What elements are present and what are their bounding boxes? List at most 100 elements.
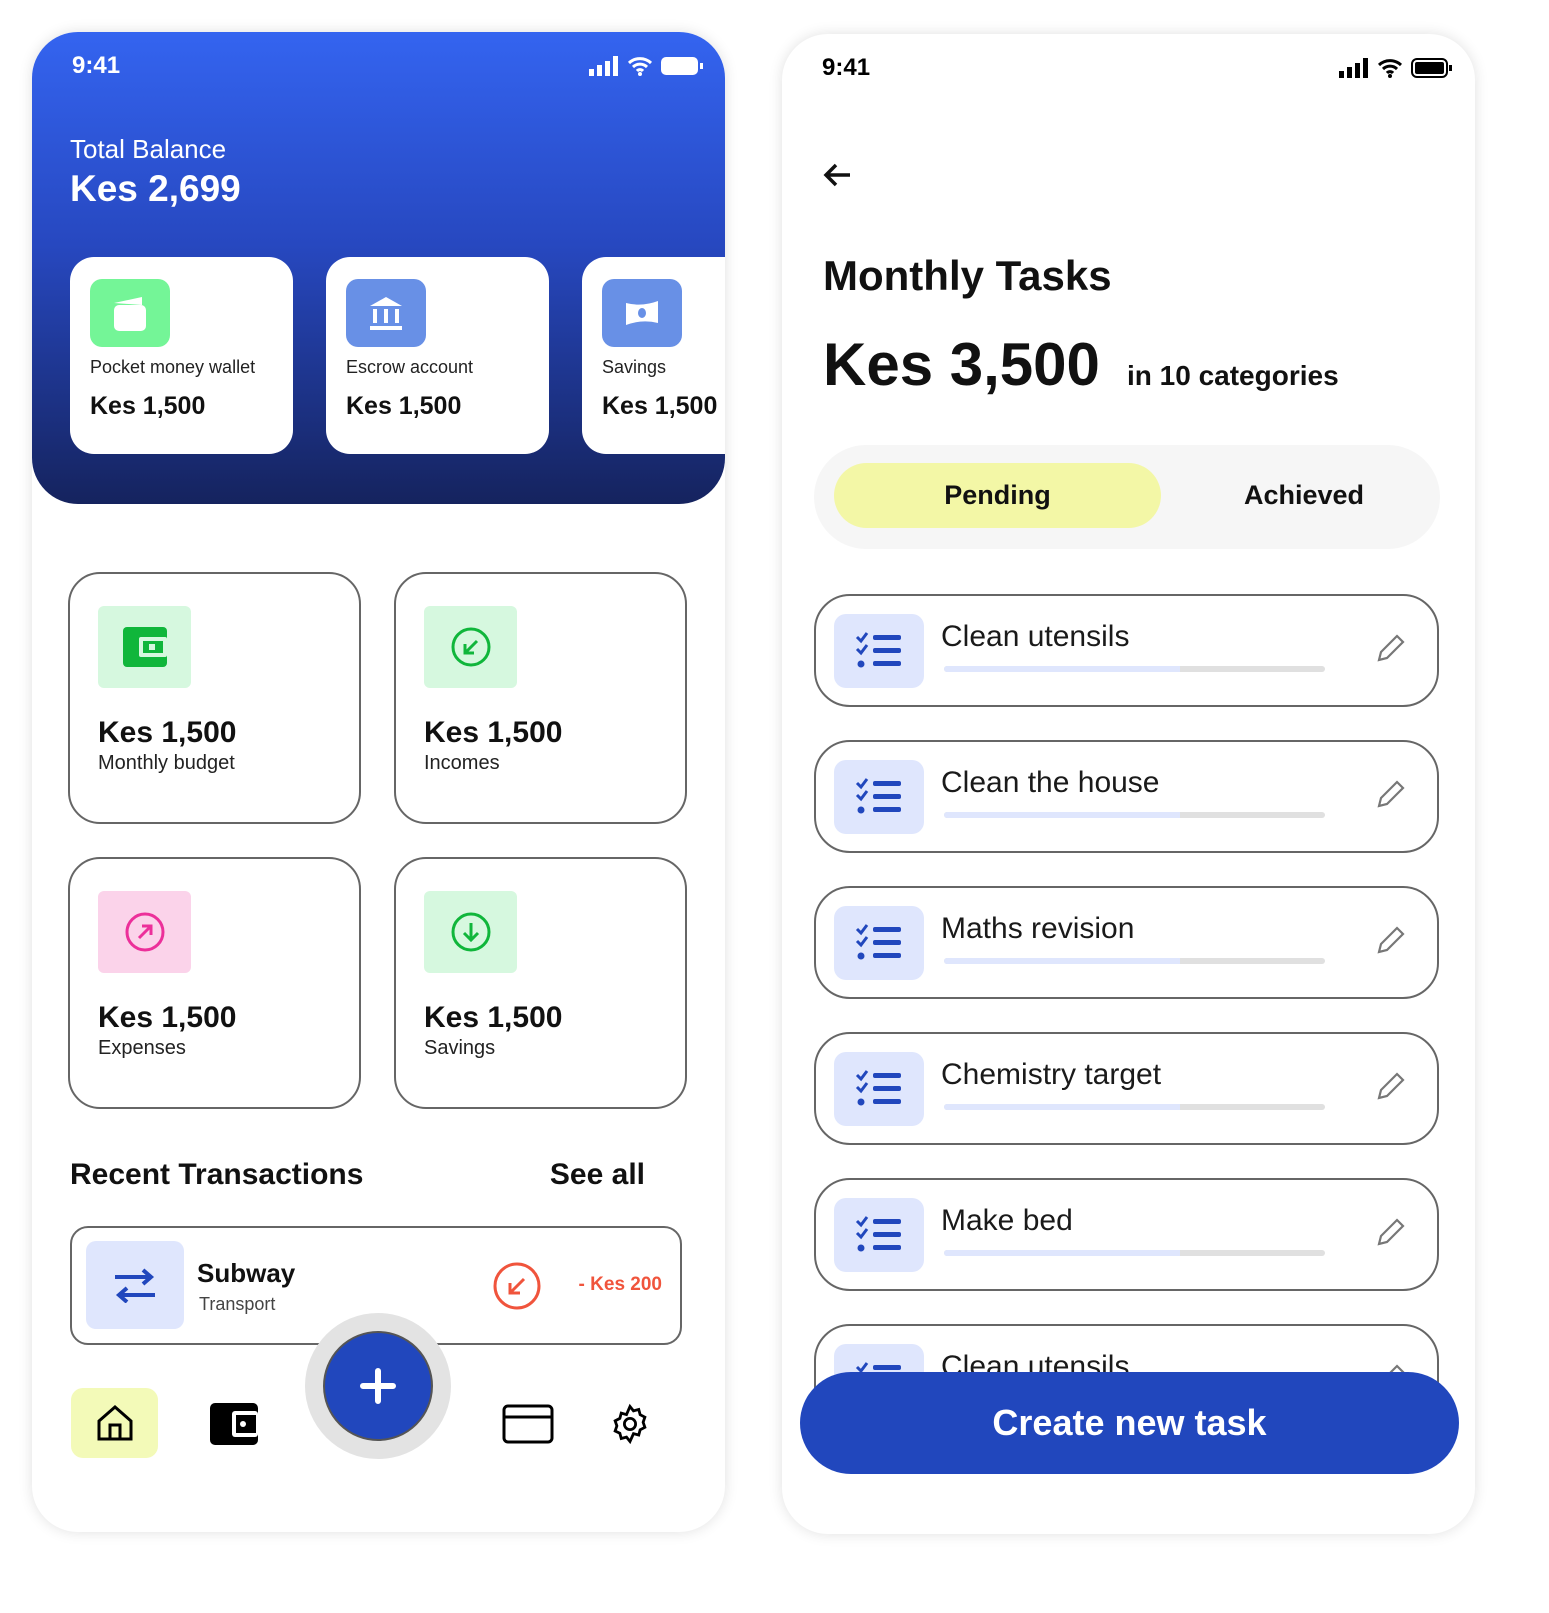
back-arrow-icon[interactable] bbox=[822, 160, 852, 190]
battery-icon bbox=[661, 57, 703, 75]
edit-pencil-icon[interactable] bbox=[1375, 1218, 1405, 1248]
categories-count: in 10 categories bbox=[1127, 360, 1339, 391]
bank-icon bbox=[346, 279, 426, 347]
transaction-name: Subway bbox=[197, 1258, 296, 1288]
total-balance-value: Kes 2,699 bbox=[70, 168, 241, 209]
status-bar: 9:41 bbox=[72, 52, 703, 80]
arrow-down-circle-icon bbox=[424, 891, 517, 973]
wifi-icon bbox=[627, 57, 653, 76]
task-progress-bar bbox=[944, 1250, 1325, 1256]
task-progress-bar bbox=[944, 812, 1325, 818]
arrow-down-left-circle-icon bbox=[424, 606, 517, 688]
status-time: 9:41 bbox=[72, 52, 121, 79]
task-item[interactable]: Maths revision bbox=[814, 886, 1439, 999]
add-button-ring bbox=[305, 1313, 451, 1459]
section-title: Recent Transactions bbox=[70, 1158, 364, 1191]
edit-pencil-icon[interactable] bbox=[1375, 780, 1405, 810]
cash-icon bbox=[602, 279, 682, 347]
wallet-screen: 9:41 Total Balance Kes 2,699 Pocket mone… bbox=[32, 32, 725, 1532]
arrow-up-right-circle-icon bbox=[98, 891, 191, 973]
nav-card[interactable] bbox=[502, 1404, 554, 1449]
nav-home[interactable] bbox=[71, 1388, 158, 1458]
page-title: Monthly Tasks bbox=[823, 252, 1112, 299]
task-progress-fill bbox=[944, 958, 1181, 964]
wallet-icon bbox=[98, 606, 191, 688]
task-name: Maths revision bbox=[941, 912, 1135, 945]
account-value: Kes 1,500 bbox=[90, 392, 206, 420]
plus-icon bbox=[360, 1368, 396, 1404]
account-value: Kes 1,500 bbox=[602, 392, 718, 420]
stat-card-monthly-budget[interactable]: Kes 1,500 Monthly budget bbox=[68, 572, 361, 824]
account-name: Pocket money wallet bbox=[90, 357, 256, 377]
task-name: Make bed bbox=[941, 1204, 1073, 1237]
checklist-icon bbox=[834, 760, 924, 834]
home-icon bbox=[97, 1405, 132, 1441]
checklist-icon bbox=[834, 1052, 924, 1126]
task-item[interactable]: Make bed bbox=[814, 1178, 1439, 1291]
account-card-pocket-money[interactable]: Pocket money wallet Kes 1,500 bbox=[70, 257, 293, 454]
tasks-screen: 9:41 Monthly Tasks Kes 3,500 in 10 categ… bbox=[782, 34, 1475, 1534]
add-button[interactable] bbox=[323, 1331, 433, 1441]
task-name: Clean the house bbox=[941, 766, 1160, 799]
stat-label: Monthly budget bbox=[98, 752, 235, 774]
task-progress-bar bbox=[944, 958, 1325, 964]
create-task-button[interactable]: Create new task bbox=[800, 1372, 1459, 1474]
account-name: Escrow account bbox=[346, 357, 474, 377]
gear-icon bbox=[613, 1403, 647, 1445]
battery-icon bbox=[1411, 58, 1452, 78]
signal-icon bbox=[1339, 58, 1368, 78]
arrow-down-left-circle-icon bbox=[493, 1262, 541, 1310]
stat-label: Expenses bbox=[98, 1037, 186, 1059]
stat-card-expenses[interactable]: Kes 1,500 Expenses bbox=[68, 857, 361, 1109]
task-name: Chemistry target bbox=[941, 1058, 1162, 1091]
tab-pending[interactable]: Pending bbox=[834, 463, 1161, 528]
wifi-icon bbox=[1377, 59, 1403, 78]
task-progress-fill bbox=[944, 812, 1181, 818]
account-card-savings[interactable]: Savings Kes 1,500 bbox=[582, 257, 725, 454]
nav-wallet[interactable] bbox=[210, 1401, 260, 1452]
transfer-icon bbox=[86, 1241, 184, 1329]
checklist-icon bbox=[834, 1198, 924, 1272]
task-progress-fill bbox=[944, 1250, 1181, 1256]
edit-pencil-icon[interactable] bbox=[1375, 634, 1405, 664]
checklist-icon bbox=[834, 906, 924, 980]
card-icon bbox=[502, 1404, 554, 1444]
stat-label: Incomes bbox=[424, 752, 500, 774]
task-progress-fill bbox=[944, 1104, 1181, 1110]
tab-switcher: Pending Achieved bbox=[814, 445, 1440, 549]
wallet-icon bbox=[210, 1403, 258, 1445]
edit-pencil-icon[interactable] bbox=[1375, 1072, 1405, 1102]
total-amount: Kes 3,500 bbox=[823, 331, 1100, 398]
task-item[interactable]: Clean utensils bbox=[814, 594, 1439, 707]
edit-pencil-icon[interactable] bbox=[1375, 926, 1405, 956]
stat-value: Kes 1,500 bbox=[98, 1001, 237, 1034]
stat-value: Kes 1,500 bbox=[424, 1001, 563, 1034]
task-progress-fill bbox=[944, 666, 1181, 672]
recent-transactions-header: Recent Transactions See all bbox=[70, 1158, 645, 1192]
see-all-link[interactable]: See all bbox=[550, 1158, 645, 1192]
stat-card-savings[interactable]: Kes 1,500 Savings bbox=[394, 857, 687, 1109]
account-name: Savings bbox=[602, 357, 667, 377]
task-item[interactable]: Chemistry target bbox=[814, 1032, 1439, 1145]
status-time: 9:41 bbox=[822, 54, 871, 81]
stat-label: Savings bbox=[424, 1037, 496, 1059]
transaction-amount: - Kes 200 bbox=[578, 1274, 662, 1295]
account-value: Kes 1,500 bbox=[346, 392, 462, 420]
task-progress-bar bbox=[944, 1104, 1325, 1110]
tab-achieved[interactable]: Achieved bbox=[1184, 463, 1424, 528]
stat-card-incomes[interactable]: Kes 1,500 Incomes bbox=[394, 572, 687, 824]
total-balance-label: Total Balance bbox=[70, 134, 227, 164]
balance-header: 9:41 Total Balance Kes 2,699 Pocket mone… bbox=[32, 32, 725, 504]
checklist-icon bbox=[834, 614, 924, 688]
signal-icon bbox=[589, 56, 618, 76]
stat-value: Kes 1,500 bbox=[424, 716, 563, 749]
wallet-icon bbox=[90, 279, 170, 347]
account-card-escrow[interactable]: Escrow account Kes 1,500 bbox=[326, 257, 549, 454]
transaction-category: Transport bbox=[199, 1294, 276, 1314]
status-bar: 9:41 bbox=[822, 54, 1453, 82]
task-name: Clean utensils bbox=[941, 620, 1130, 653]
stat-value: Kes 1,500 bbox=[98, 716, 237, 749]
task-item[interactable]: Clean the house bbox=[814, 740, 1439, 853]
nav-settings[interactable] bbox=[609, 1403, 651, 1450]
task-progress-bar bbox=[944, 666, 1325, 672]
